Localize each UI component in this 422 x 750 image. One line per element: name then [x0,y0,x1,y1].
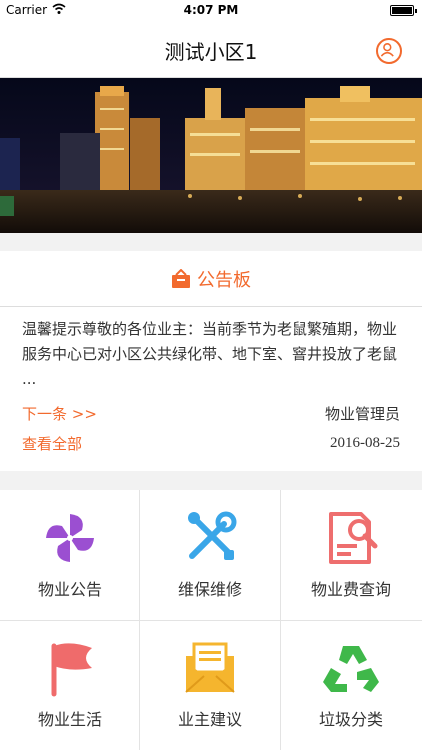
menu-owner-suggestion[interactable]: 业主建议 [140,620,280,750]
notice-date: 2016-08-25 [330,435,400,451]
user-profile-icon[interactable] [376,38,402,64]
notice-board-title: 公告板 [197,269,251,291]
recycle-icon [323,646,379,692]
notice-board: 公告板 温馨提示尊敬的各位业主：当前季节为老鼠繁殖期，物业服务中心已对小区公共绿… [0,251,422,471]
pinwheel-icon [46,514,94,562]
view-all-link[interactable]: 查看全部 [22,433,82,454]
tools-icon [188,511,237,560]
flag-icon [51,643,92,697]
menu-label: 物业费查询 [310,580,391,599]
menu-label: 垃圾分类 [318,710,383,729]
menu-label: 物业生活 [37,710,102,729]
city-night-photo [0,78,422,233]
notice-board-icon [172,268,190,288]
notice-author: 物业管理员 [324,405,400,423]
menu-label: 物业公告 [37,580,102,599]
menu-garbage-sorting[interactable]: 垃圾分类 [281,620,421,750]
notice-content[interactable]: 温馨提示尊敬的各位业主：当前季节为老鼠繁殖期，物业服务中心已对小区公共绿化带、地… [22,317,400,392]
menu-label: 业主建议 [177,710,242,729]
menu-fee-query[interactable]: 物业费查询 [281,490,421,620]
notice-board-header: 公告板 [0,251,422,307]
next-notice-link[interactable]: 下一条 >> [22,403,97,424]
menu-maintenance[interactable]: 维保维修 [140,490,280,620]
menu-property-life[interactable]: 物业生活 [0,620,140,750]
page-title: 测试小区1 [164,40,258,64]
battery-icon [390,5,417,16]
clock: 4:07 PM [183,3,239,17]
banner-image[interactable] [0,78,422,233]
status-bar: Carrier 4:07 PM [0,0,422,20]
menu-property-notice[interactable]: 物业公告 [0,490,140,620]
nav-bar: 测试小区1 [0,20,422,78]
envelope-icon [185,642,235,693]
bill-search-icon [329,512,378,564]
function-grid: 物业公告 维保维修 物业费查询 物业生活 业主建议 垃圾分类 [0,490,422,750]
menu-label: 维保维修 [177,580,242,599]
